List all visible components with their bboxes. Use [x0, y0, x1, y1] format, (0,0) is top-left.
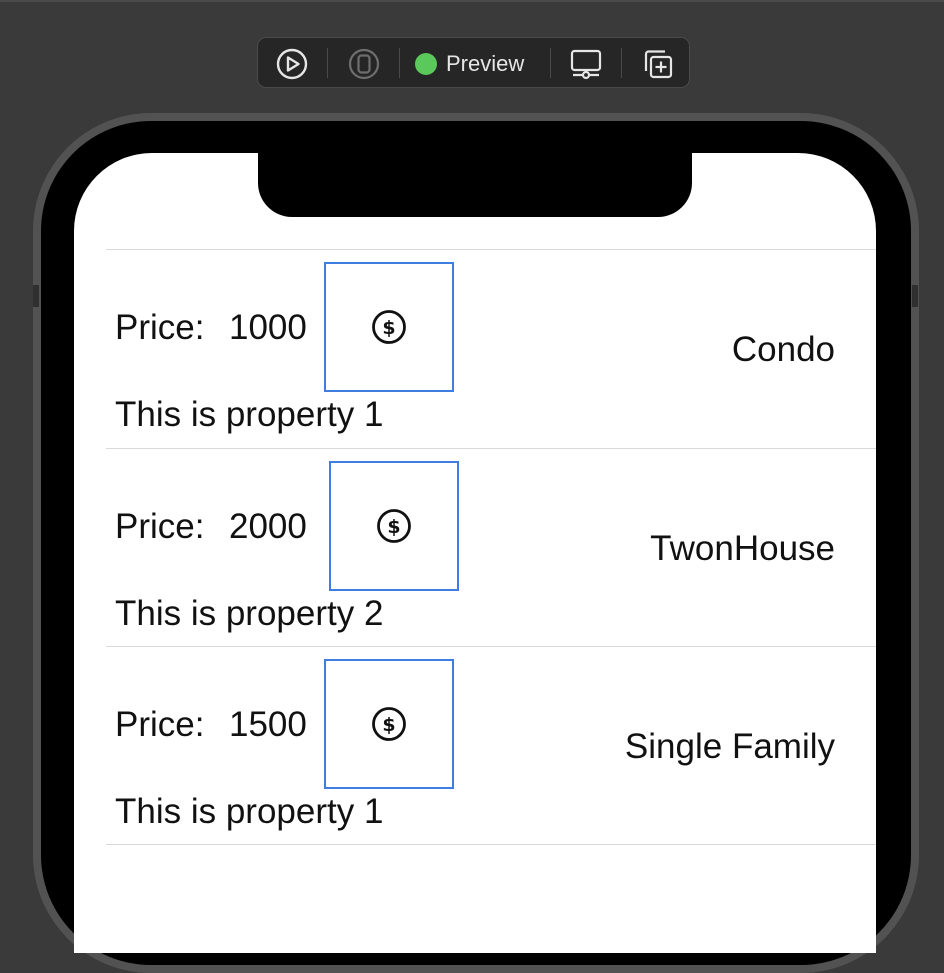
svg-text:$: $	[382, 714, 395, 736]
price-value: 1500	[229, 705, 307, 744]
list-item[interactable]: Price: 1000 $ Condo This is property 1	[74, 250, 876, 448]
property-type-label: Condo	[731, 330, 835, 369]
duplicate-preview-button[interactable]	[640, 46, 676, 82]
list-divider	[106, 844, 876, 845]
preview-label: Preview	[446, 50, 525, 76]
price-label: Price:	[115, 507, 205, 546]
canvas-top-edge	[0, 0, 944, 2]
dollar-icon-box[interactable]: $	[324, 659, 454, 789]
device-side-button	[912, 285, 918, 307]
preview-status: Preview	[415, 38, 524, 89]
property-description: This is property 1	[115, 395, 384, 434]
svg-text:$: $	[387, 516, 400, 538]
list-item[interactable]: Price: 2000 $ TwonHouse This is property…	[74, 449, 876, 647]
property-description: This is property 1	[115, 792, 384, 831]
property-type-label: Single Family	[624, 727, 835, 766]
device-screen: Price: 1000 $ Condo This is property 1 P…	[74, 153, 876, 953]
dollar-sign-circle-icon: $	[372, 310, 406, 344]
select-device-button[interactable]	[346, 46, 382, 82]
dollar-icon-box[interactable]: $	[329, 461, 459, 591]
status-indicator-dot	[415, 52, 437, 75]
dollar-sign-circle-icon: $	[372, 707, 406, 741]
toolbar-separator	[550, 48, 551, 78]
toolbar-separator	[327, 48, 328, 78]
price-value: 1000	[229, 308, 307, 347]
dollar-icon-box[interactable]: $	[324, 262, 454, 392]
device-side-button	[33, 285, 39, 307]
toolbar-separator	[621, 48, 622, 78]
price-label: Price:	[115, 308, 205, 347]
price-label: Price:	[115, 705, 205, 744]
dollar-sign-circle-icon: $	[377, 509, 411, 543]
property-description: This is property 2	[115, 594, 384, 633]
live-preview-button[interactable]	[274, 46, 310, 82]
device-settings-icon	[570, 49, 602, 80]
play-circle-icon	[276, 48, 308, 80]
preview-toolbar: Preview	[257, 37, 690, 88]
price-value: 2000	[229, 507, 307, 546]
svg-text:$: $	[382, 317, 395, 339]
device-settings-button[interactable]	[568, 46, 604, 82]
device-select-icon	[348, 48, 380, 80]
toolbar-separator	[399, 48, 400, 78]
property-type-label: TwonHouse	[650, 529, 835, 568]
list-item[interactable]: Price: 1500 $ Single Family This is prop…	[74, 647, 876, 845]
device-notch	[258, 153, 692, 217]
duplicate-icon	[644, 50, 673, 79]
